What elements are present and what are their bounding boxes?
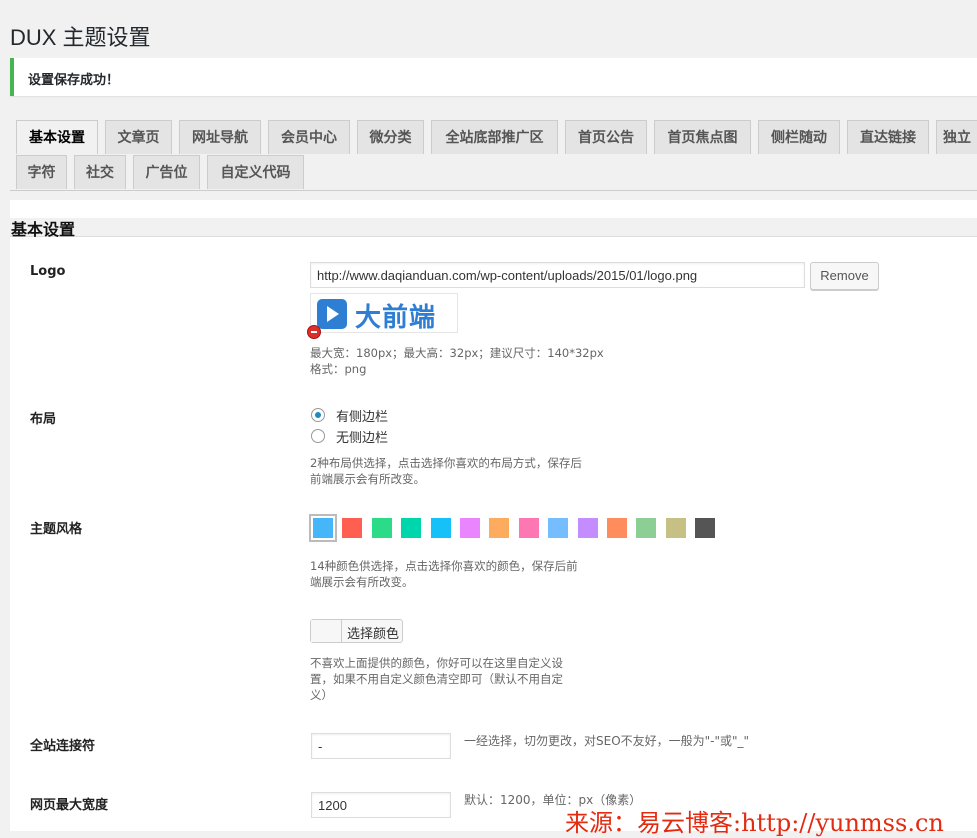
theme-label: 主题风格 (30, 522, 83, 537)
source-watermark: 来源：易云博客:http://yunmss.cn (565, 809, 944, 837)
theme-color-swatch[interactable] (401, 518, 422, 538)
logo-label: Logo (30, 264, 66, 279)
custom-color-desc-line3: 义） (310, 688, 333, 702)
tab-article-page[interactable]: 文章页 (105, 120, 172, 154)
tab-sidebar-follow[interactable]: 侧栏随动 (758, 120, 840, 154)
tab-social[interactable]: 社交 (74, 155, 126, 189)
layout-label: 布局 (30, 412, 57, 427)
logo-desc-size: 最大宽：180px；最大高：32px；建议尺寸：140*32px (310, 346, 604, 360)
tab-ads[interactable]: 广告位 (133, 155, 200, 189)
section-bar (10, 218, 977, 237)
tab-basic-settings[interactable]: 基本设置 (16, 120, 98, 154)
theme-color-swatch[interactable] (518, 518, 539, 538)
max-width-label: 网页最大宽度 (30, 798, 109, 813)
logo-preview: 大前端 (310, 293, 458, 333)
remove-image-icon[interactable] (307, 325, 321, 339)
section-title: 基本设置 (11, 220, 76, 239)
page-title: DUX 主题设置 (10, 25, 151, 50)
notice-message: 设置保存成功！ (28, 73, 120, 88)
tab-standalone[interactable]: 独立 (936, 120, 977, 154)
custom-color-desc-line1: 不喜欢上面提供的颜色，你好可以在这里自定义设 (310, 656, 563, 670)
custom-color-desc-line2: 置，如果不用自定义颜色清空即可（默认不用自定 (310, 672, 563, 686)
theme-color-swatch[interactable] (607, 518, 627, 538)
logo-url-input[interactable] (310, 262, 805, 288)
connector-input[interactable] (311, 733, 451, 759)
layout-desc-line1: 2种布局供选择，点击选择你喜欢的布局方式，保存后 (310, 456, 582, 470)
tab-site-nav[interactable]: 网址导航 (179, 120, 261, 154)
theme-color-swatch[interactable] (460, 518, 480, 538)
theme-color-swatch[interactable] (548, 518, 569, 538)
connector-desc: 一经选择，切勿更改，对SEO不友好，一般为"-"或"_" (464, 734, 750, 748)
settings-tabs: 基本设置 文章页 网址导航 会员中心 微分类 全站底部推广区 首页公告 首页焦点… (16, 120, 977, 190)
remove-button[interactable]: Remove (810, 262, 879, 290)
theme-color-swatch[interactable] (665, 518, 686, 538)
layout-option-label: 无侧边栏 (336, 431, 389, 446)
theme-color-swatch[interactable] (430, 518, 451, 538)
play-logo-icon (317, 299, 347, 329)
theme-color-swatch[interactable] (636, 518, 657, 538)
layout-option-label: 有侧边栏 (336, 410, 389, 425)
theme-color-swatch[interactable] (342, 518, 363, 538)
tab-micro-category[interactable]: 微分类 (357, 120, 424, 154)
theme-color-swatch[interactable] (577, 518, 598, 538)
theme-desc-line2: 端展示会有所改变。 (310, 575, 414, 589)
logo-text: 大前端 (355, 303, 437, 333)
tab-custom-code[interactable]: 自定义代码 (207, 155, 304, 189)
tab-member-center[interactable]: 会员中心 (268, 120, 350, 154)
color-preview-chip (311, 620, 342, 642)
select-color-label: 选择颜色 (347, 627, 400, 642)
theme-color-swatch[interactable] (371, 518, 392, 538)
theme-color-swatch[interactable] (489, 518, 510, 538)
radio-unchecked-icon[interactable] (311, 429, 325, 443)
tab-footer-promo[interactable]: 全站底部推广区 (431, 120, 558, 154)
tabs-divider (10, 190, 977, 191)
tab-home-focus[interactable]: 首页焦点图 (654, 120, 751, 154)
theme-color-swatch[interactable] (695, 518, 716, 538)
connector-label: 全站连接符 (30, 739, 96, 754)
tab-direct-links[interactable]: 直达链接 (847, 120, 929, 154)
radio-checked-icon[interactable] (311, 408, 325, 422)
tab-home-notice[interactable]: 首页公告 (565, 120, 647, 154)
logo-desc-format: 格式：png (310, 362, 367, 376)
max-width-input[interactable] (311, 792, 451, 818)
select-color-button[interactable]: 选择颜色 (310, 619, 403, 643)
tab-characters[interactable]: 字符 (16, 155, 67, 189)
theme-desc-line1: 14种颜色供选择，点击选择你喜欢的颜色，保存后前 (310, 559, 578, 573)
success-notice: 设置保存成功！ (10, 58, 977, 96)
theme-color-swatch[interactable] (313, 518, 333, 538)
layout-desc-line2: 前端展示会有所改变。 (310, 472, 425, 486)
